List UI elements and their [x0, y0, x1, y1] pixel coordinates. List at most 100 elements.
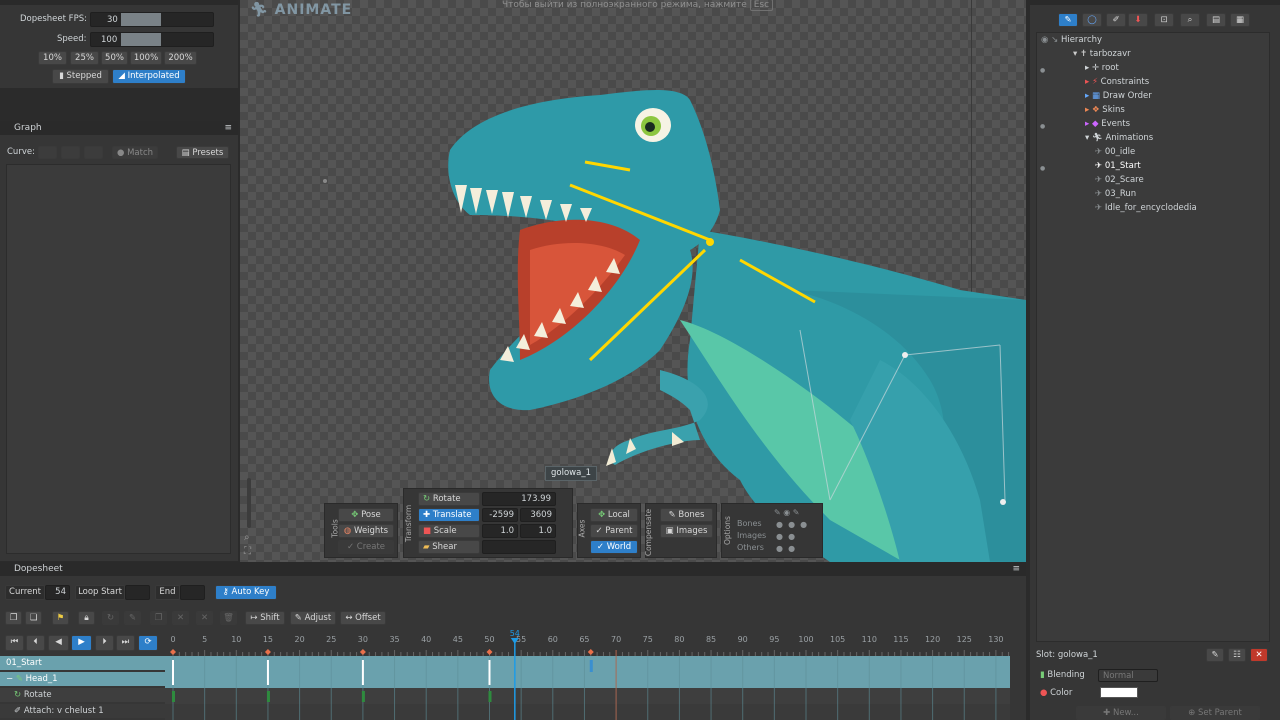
row-attachment[interactable]: ✐ Attach: v chelust 1 [0, 704, 165, 718]
search-button[interactable]: ⌕ [1180, 13, 1200, 27]
tree-node-anim-1[interactable]: ✈ 01_Start [1095, 159, 1141, 173]
del-button[interactable]: ✕ [196, 611, 213, 625]
fit-icon[interactable]: ⛶ [244, 546, 251, 557]
tree-node-anim-3[interactable]: ✈ 03_Run [1095, 187, 1136, 201]
rotate-field[interactable]: 173.99 [482, 492, 556, 506]
scale-y-field[interactable]: 1.0 [520, 524, 556, 538]
slot-edit-button[interactable]: ☷ [1228, 648, 1246, 662]
dinosaur-illustration[interactable] [240, 0, 1026, 562]
weights-button[interactable]: ◍ Weights [338, 524, 394, 538]
x-button[interactable]: ✕ [172, 611, 189, 625]
paste-button[interactable]: ❏ [25, 611, 42, 625]
eye-icon[interactable]: ◉ [1041, 35, 1051, 45]
constraints-filter-button[interactable]: ⬇ [1128, 13, 1148, 27]
key-button[interactable]: ✎ [124, 611, 141, 625]
visibility-dots[interactable]: ● ● ● [1040, 64, 1045, 176]
tree-node-constraints[interactable]: ▸ ⚡︎ Constraints [1085, 75, 1149, 89]
translate-y-field[interactable]: 3609 [520, 508, 556, 522]
filter-button[interactable]: ⚑ [52, 611, 69, 625]
world-button[interactable]: ✓ World [590, 540, 638, 554]
trash-button[interactable]: 🗑︎ [220, 611, 237, 625]
stepped-button[interactable]: ▮ Stepped [52, 69, 109, 84]
menu-icon[interactable]: ≡ [224, 121, 232, 135]
curve-bezier-button[interactable] [84, 146, 103, 159]
play-reverse-button[interactable]: ◀ [48, 635, 69, 651]
tree-node-skeleton[interactable]: ▾ ✝ tarbozavr [1073, 47, 1131, 61]
current-field[interactable]: 54 [45, 585, 70, 600]
viewport[interactable]: 🏃︎ ANIMATE Чтобы выйти из полноэкранного… [240, 0, 1026, 562]
speed-25[interactable]: 25% [70, 51, 99, 65]
tree-node-anim-0[interactable]: ✈ 00_idle [1095, 145, 1135, 159]
shift-button[interactable]: ↦ Shift [245, 611, 285, 625]
view-filter-button[interactable]: ⊡ [1154, 13, 1174, 27]
color-swatch[interactable] [1100, 687, 1138, 698]
create-button[interactable]: ✓ Create [338, 540, 394, 554]
rotate-button[interactable]: ↻ Rotate [418, 492, 480, 506]
speed-100[interactable]: 100% [130, 51, 162, 65]
scale-button[interactable]: ■ Scale [418, 524, 480, 538]
end-field[interactable] [180, 585, 205, 600]
fps-field[interactable]: 30 [90, 12, 214, 27]
match-button[interactable]: ● Match [112, 146, 158, 159]
presets-button[interactable]: ▤ Presets [176, 146, 229, 159]
speed-10[interactable]: 10% [38, 51, 67, 65]
pose-button[interactable]: ✥ Pose [338, 508, 394, 522]
slot-key-button[interactable]: ✎ [1206, 648, 1224, 662]
match-icon: ● [116, 148, 128, 158]
parent-button[interactable]: ✓ Parent [590, 524, 638, 538]
copy-button[interactable]: ❐ [5, 611, 22, 625]
first-frame-button[interactable]: ⏮ [5, 635, 24, 651]
loop-toggle-button[interactable]: ⟳ [138, 635, 158, 651]
new-button[interactable]: ✚ New... [1076, 706, 1166, 720]
tree-node-anim-2[interactable]: ✈ 02_Scare [1095, 173, 1144, 187]
row-rotate[interactable]: ↻ Rotate [0, 688, 165, 702]
lock-button[interactable]: 🔒︎ [78, 611, 95, 625]
expand-button[interactable]: ▦ [1230, 13, 1250, 27]
interpolated-button[interactable]: ◢ Interpolated [112, 69, 186, 84]
speed-200[interactable]: 200% [164, 51, 197, 65]
auto-key-button[interactable]: ⚷ Auto Key [215, 585, 277, 600]
compensate-bones-button[interactable]: ✎ Bones [660, 508, 713, 522]
scale-x-field[interactable]: 1.0 [482, 524, 518, 538]
zoom-slider[interactable] [247, 478, 251, 528]
speed-50[interactable]: 50% [101, 51, 128, 65]
bones-filter-button[interactable]: ✎ [1058, 13, 1078, 27]
adjust-button[interactable]: ✎ Adjust [290, 611, 336, 625]
tree-node-anim-4[interactable]: ✈ Idle_for_encyclodedia [1095, 201, 1197, 215]
attachments-filter-button[interactable]: ✐ [1106, 13, 1126, 27]
tree-node-animations[interactable]: ▾ 🏃︎ Animations [1085, 131, 1153, 145]
next-key-button[interactable]: ⏵ [95, 635, 114, 651]
blending-select[interactable]: Normal [1098, 669, 1158, 682]
set-parent-button[interactable]: ⊕ Set Parent [1170, 706, 1260, 720]
translate-button[interactable]: ✚ Translate [418, 508, 480, 522]
tree-node-events[interactable]: ▸ ◆ Events [1085, 117, 1130, 131]
collapse-button[interactable]: ▤ [1206, 13, 1226, 27]
tree-node-skins[interactable]: ▸ ❖ Skins [1085, 103, 1125, 117]
speed-field[interactable]: 100 [90, 32, 214, 47]
slot-delete-button[interactable]: ✕ [1250, 648, 1268, 662]
play-button[interactable]: ▶ [71, 635, 92, 651]
row-animation[interactable]: 01_Start [0, 656, 165, 670]
options-dots[interactable]: ● ● ● ● ● ● ● [776, 519, 807, 555]
loop-button[interactable]: ↻ [102, 611, 119, 625]
prev-key-button[interactable]: ⏴ [26, 635, 45, 651]
tree-node-draw-order[interactable]: ▸ ▦ Draw Order [1085, 89, 1152, 103]
last-frame-button[interactable]: ⏭ [116, 635, 135, 651]
loop-start-field[interactable] [125, 585, 150, 600]
slots-filter-button[interactable]: ◯ [1082, 13, 1102, 27]
shear-button[interactable]: ▰ Shear [418, 540, 480, 554]
local-button[interactable]: ✥ Local [590, 508, 638, 522]
compensate-images-button[interactable]: ▣ Images [660, 524, 713, 538]
offset-button[interactable]: ↔ Offset [340, 611, 386, 625]
graph-area[interactable] [6, 164, 231, 554]
tree-node-root[interactable]: ▸ ✛ root [1085, 61, 1119, 75]
row-bone[interactable]: − ✎ Head_1 [0, 672, 165, 686]
menu-icon[interactable]: ≡ [1012, 562, 1020, 576]
translate-x-field[interactable]: -2599 [482, 508, 518, 522]
dup-button[interactable]: ❐ [150, 611, 167, 625]
curve-stepped-button[interactable] [61, 146, 80, 159]
curve-linear-button[interactable] [38, 146, 57, 159]
timeline[interactable]: 0 5 10 15 20 25 30 35 40 45 50 55 60 65 70 75 80 85 90 95 10… [165, 630, 1015, 720]
shear-field[interactable] [482, 540, 556, 554]
zoom-icon[interactable]: ⌕ [244, 532, 250, 543]
